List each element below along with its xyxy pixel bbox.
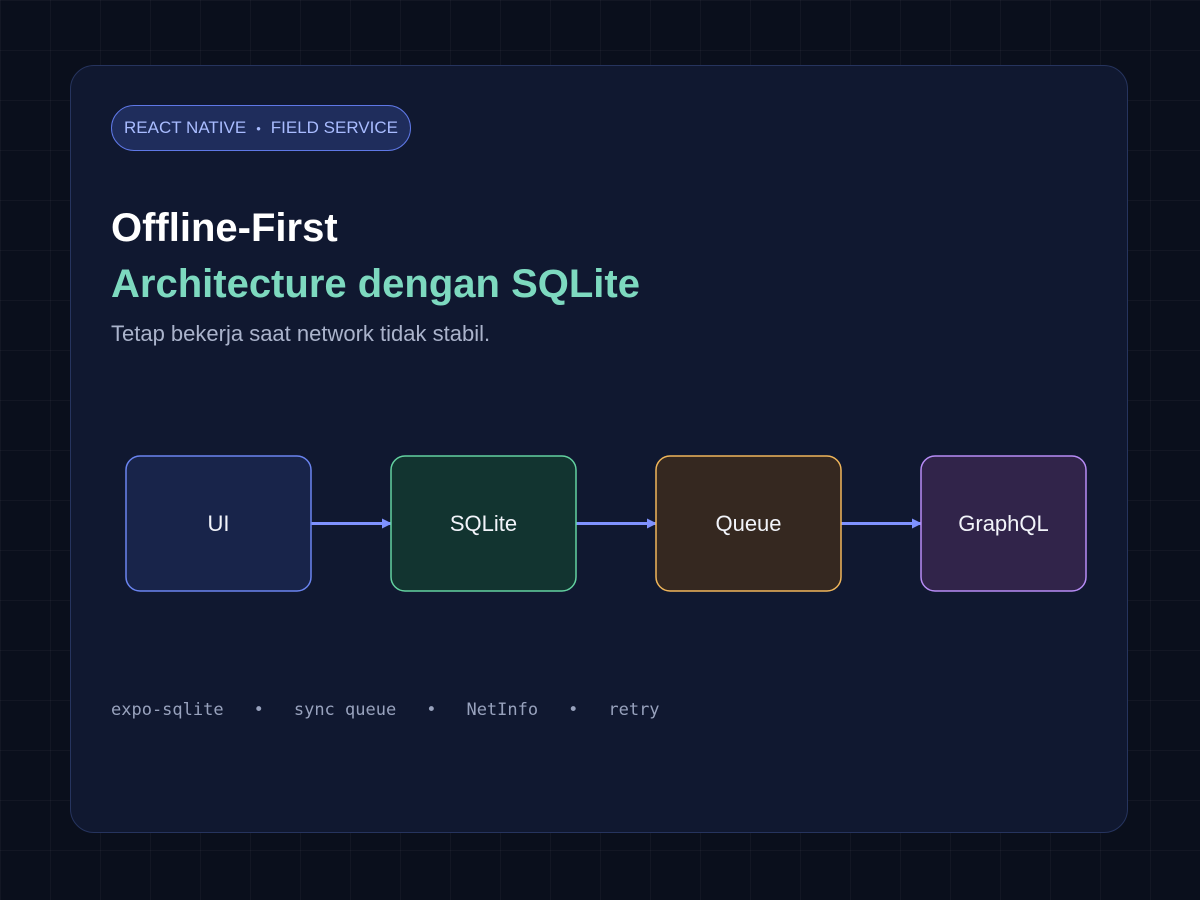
tech-separator: • — [253, 700, 264, 720]
flow-node-label: SQLite — [450, 511, 517, 536]
content-card: REACT NATIVE • FIELD SERVICE Offline-Fir… — [70, 65, 1128, 833]
flow-node-label: UI — [208, 511, 230, 536]
tech-separator: • — [426, 700, 437, 720]
flow-node-queue: Queue — [655, 455, 842, 592]
flow-node-sqlite: SQLite — [390, 455, 577, 592]
flow-node-graphql: GraphQL — [920, 455, 1087, 592]
tech-separator: • — [568, 700, 579, 720]
tech-item-sync-queue: sync queue — [293, 700, 397, 720]
tech-stack-list: expo-sqlite • sync queue • NetInfo • ret… — [111, 700, 660, 720]
tech-item-retry: retry — [608, 700, 660, 720]
flow-node-ui: UI — [125, 455, 312, 592]
flow-node-label: Queue — [715, 511, 781, 536]
flow-node-label: GraphQL — [958, 511, 1049, 536]
tech-item-netinfo: NetInfo — [466, 700, 539, 720]
tech-item-expo-sqlite: expo-sqlite — [111, 700, 224, 720]
